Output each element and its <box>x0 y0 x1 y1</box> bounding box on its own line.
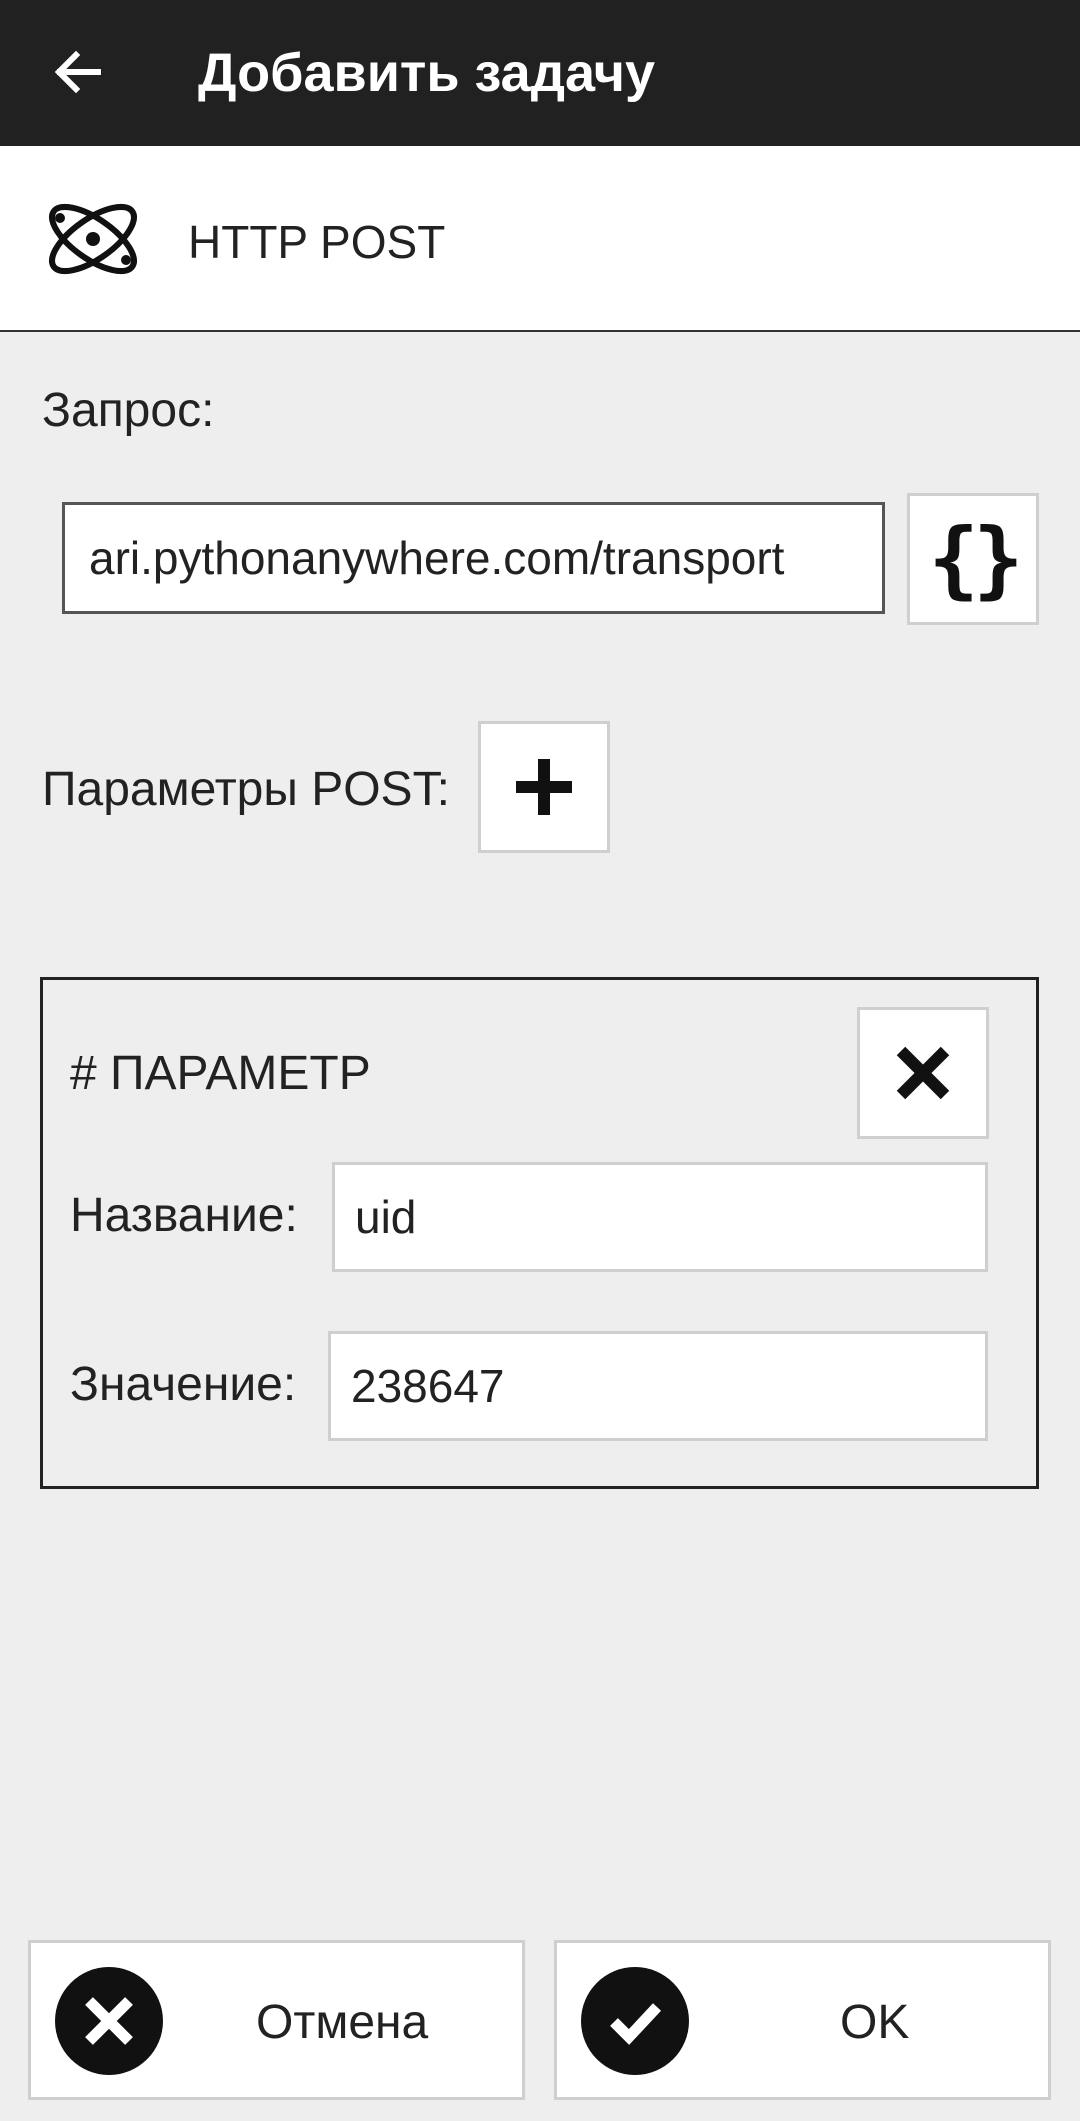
variables-button[interactable]: {} <box>907 493 1039 625</box>
post-params-label: Параметры POST: <box>42 763 450 816</box>
task-header: HTTP POST <box>0 146 1080 332</box>
atom-icon <box>40 186 146 292</box>
request-label: Запрос: <box>42 384 215 437</box>
remove-parameter-button[interactable] <box>857 1007 989 1139</box>
ok-button[interactable]: OK <box>554 1940 1051 2100</box>
cancel-button[interactable]: Отмена <box>28 1940 525 2100</box>
name-input[interactable]: uid <box>332 1162 988 1272</box>
check-circle-icon <box>581 1967 689 2075</box>
value-input-value: 238647 <box>351 1360 505 1412</box>
value-input[interactable]: 238647 <box>328 1331 988 1441</box>
value-label: Значение: <box>70 1358 297 1411</box>
arrow-left-icon[interactable] <box>50 44 106 100</box>
url-input-value: ari.pythonanywhere.com/transport <box>89 532 785 584</box>
task-name: HTTP POST <box>188 216 446 268</box>
curly-braces-icon: {} <box>928 510 1023 608</box>
plus-icon <box>516 759 572 815</box>
page-title: Добавить задачу <box>198 43 656 103</box>
close-icon <box>896 1046 950 1100</box>
ok-label: OK <box>840 1996 910 2049</box>
app-bar: Добавить задачу <box>0 0 1080 146</box>
add-parameter-button[interactable] <box>478 721 610 853</box>
parameter-card: # ПАРАМЕТР Название: uid Значение: 23864… <box>40 977 1039 1489</box>
name-label: Название: <box>70 1189 298 1242</box>
cancel-circle-icon <box>55 1967 163 2075</box>
parameter-header: # ПАРАМЕТР <box>70 1047 371 1100</box>
name-input-value: uid <box>355 1191 417 1243</box>
cancel-label: Отмена <box>256 1996 429 2049</box>
url-input[interactable]: ari.pythonanywhere.com/transport <box>62 502 885 614</box>
